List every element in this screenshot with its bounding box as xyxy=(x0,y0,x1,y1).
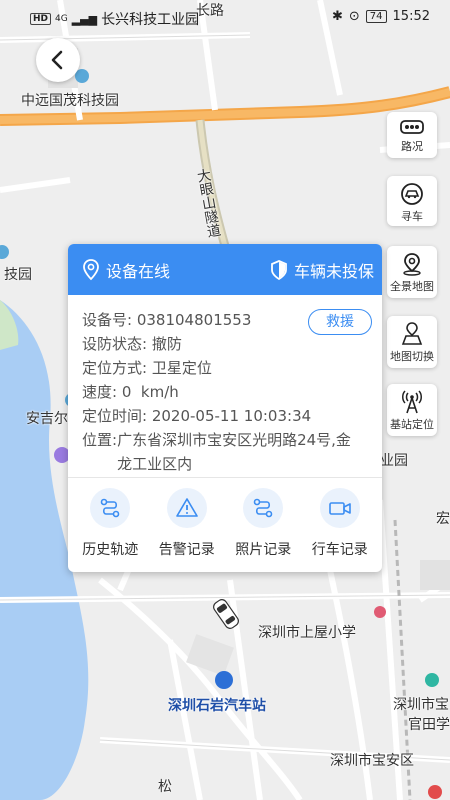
map-label-hong: 宏 xyxy=(436,511,450,527)
find-car-button[interactable]: 寻车 xyxy=(387,176,437,226)
card-actions: 历史轨迹 告警记录 照片记录 行车记录 xyxy=(68,488,382,559)
find-car-label: 寻车 xyxy=(401,210,423,223)
map-label-guantian: 官田学 xyxy=(408,717,450,733)
insurance-status: 车辆未投保 xyxy=(293,261,374,281)
rescue-button[interactable]: 救援 xyxy=(308,309,372,335)
traffic-button[interactable]: 路况 xyxy=(387,112,437,158)
history-track-label: 历史轨迹 xyxy=(82,542,139,558)
location-icon: ⊙ xyxy=(348,9,360,24)
map-label-tech-park: 技园 xyxy=(4,267,32,283)
alarm-record-label: 告警记录 xyxy=(158,542,215,558)
base-station-button[interactable]: 基站定位 xyxy=(387,384,437,436)
locate-mode-label: 定位方式: xyxy=(82,359,148,377)
defense-value: 撤防 xyxy=(151,335,182,353)
signal-icon: ▂▄▆ xyxy=(71,12,98,26)
map-label-shangwu-school: 深圳市上屋小学 xyxy=(258,625,356,641)
map-switch-label: 地图切换 xyxy=(390,350,434,363)
base-station-label: 基站定位 xyxy=(390,418,434,431)
shield-icon xyxy=(271,259,287,280)
battery-icon: 74 xyxy=(365,10,387,23)
photo-record-label: 照片记录 xyxy=(235,542,292,558)
map-label-zhongyuan: 中远国茂科技园 xyxy=(21,93,119,109)
vehicle-info-card: 设备在线 车辆未投保 救援 设备号: 038104801553 设防状态: 撤防… xyxy=(68,244,382,572)
map-label-anji: 安吉尔 xyxy=(26,411,68,427)
speed-row: 速度: 0 km/h xyxy=(82,380,382,404)
base-station-icon xyxy=(402,390,422,414)
map-switch-button[interactable]: 地图切换 xyxy=(387,316,437,368)
car-marker-icon[interactable] xyxy=(208,596,244,632)
location-pin-icon xyxy=(83,258,99,280)
panorama-map-icon xyxy=(403,253,421,276)
card-header: 设备在线 车辆未投保 xyxy=(68,244,382,295)
device-online-status: 设备在线 xyxy=(106,261,171,281)
drive-record-button[interactable]: 行车记录 xyxy=(303,488,377,559)
map-label-baoan: 深圳市宝安区 xyxy=(330,753,414,769)
find-car-icon xyxy=(401,183,423,205)
traffic-icon xyxy=(400,120,424,134)
locate-time-value: 2020-05-11 10:03:34 xyxy=(151,407,312,425)
device-no-label: 设备号: xyxy=(82,311,133,329)
hd-badge: HD xyxy=(30,13,52,25)
defense-row: 设防状态: 撤防 xyxy=(82,332,382,356)
alarm-warning-icon xyxy=(175,498,198,517)
history-track-button[interactable]: 历史轨迹 xyxy=(73,488,147,559)
defense-label: 设防状态: xyxy=(82,335,148,353)
map-label-ye-yuan: 业园 xyxy=(380,453,408,469)
drive-record-label: 行车记录 xyxy=(311,542,368,558)
track-history-icon xyxy=(100,498,120,518)
network-type: 4G xyxy=(55,14,68,24)
position-value: 广东省深圳市宝安区光明路24号,金龙工业区内 xyxy=(117,431,351,473)
map-label-shiyan-station: 深圳石岩汽车站 xyxy=(168,698,266,714)
alarm-record-button[interactable]: 告警记录 xyxy=(150,488,224,559)
position-row: 位置: 广东省深圳市宝安区光明路24号,金龙工业区内 xyxy=(82,428,382,476)
traffic-label: 路况 xyxy=(401,140,423,153)
speed-label: 速度: xyxy=(82,383,118,401)
chevron-left-icon xyxy=(51,50,63,70)
locate-time-label: 定位时间: xyxy=(82,407,148,425)
dashcam-video-icon xyxy=(328,502,351,515)
photo-record-button[interactable]: 照片记录 xyxy=(226,488,300,559)
locate-time-row: 定位时间: 2020-05-11 10:03:34 xyxy=(82,404,382,428)
bluetooth-icon: ✱ xyxy=(331,9,343,24)
status-bar: HD 4G ▂▄▆ 长兴科技工业园 ✱ ⊙ 74 15:52 xyxy=(0,0,450,36)
panorama-map-button[interactable]: 全景地图 xyxy=(387,246,437,298)
position-label: 位置: xyxy=(82,431,118,449)
photo-record-icon xyxy=(253,498,273,518)
map-label-song: 松 xyxy=(158,779,172,795)
clock: 15:52 xyxy=(392,9,430,24)
locate-mode-value: 卫星定位 xyxy=(151,359,212,377)
speed-value: 0 km/h xyxy=(121,383,179,401)
locate-mode-row: 定位方式: 卫星定位 xyxy=(82,356,382,380)
back-button[interactable] xyxy=(36,38,80,82)
device-no-value: 038104801553 xyxy=(136,311,252,329)
map-label-bao-tian: 深圳市宝 xyxy=(393,697,449,713)
card-details: 救援 设备号: 038104801553 设防状态: 撤防 定位方式: 卫星定位… xyxy=(68,295,382,476)
map-label-changxing: 长兴科技工业园 xyxy=(101,12,200,28)
divider xyxy=(68,477,382,478)
panorama-map-label: 全景地图 xyxy=(390,280,434,293)
map-switch-icon xyxy=(401,322,423,345)
